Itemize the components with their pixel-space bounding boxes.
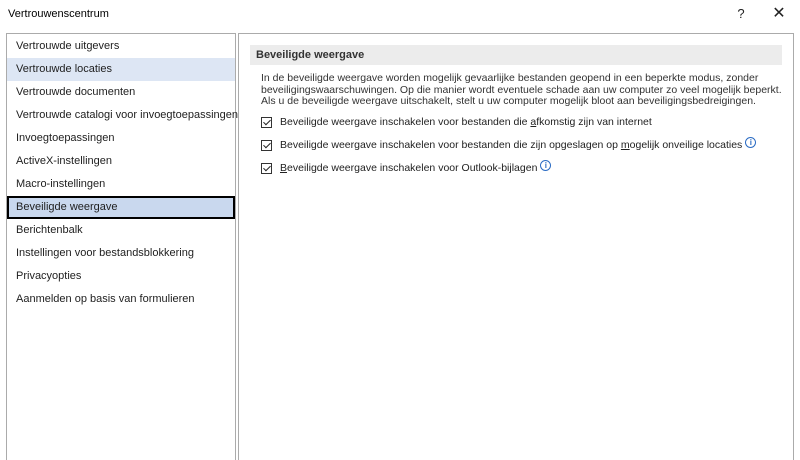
checkbox[interactable] bbox=[261, 139, 272, 151]
option-label-accesskey: m bbox=[620, 139, 630, 151]
info-icon[interactable]: i bbox=[540, 159, 552, 171]
sidebar-item[interactable]: ActiveX-instellingen bbox=[7, 150, 235, 173]
option-checkbox-row[interactable]: Beveiligde weergave inschakelen voor bes… bbox=[261, 114, 652, 130]
sidebar-nav: Vertrouwde uitgevers Vertrouwde locaties V… bbox=[6, 33, 238, 460]
option-label: Beveiligde weergave inschakelen voor bes… bbox=[280, 139, 742, 151]
sidebar-item[interactable]: Privacyopties bbox=[7, 265, 235, 288]
option-checkbox-row[interactable]: Beveiligde weergave inschakelen voor bes… bbox=[261, 136, 757, 153]
sidebar-item[interactable]: Invoegtoepassingen bbox=[7, 127, 235, 150]
section-description: In de beveiligde weergave worden mogelij… bbox=[261, 72, 782, 108]
option-label: Beveiligde weergave inschakelen voor bes… bbox=[280, 116, 652, 128]
sidebar-item[interactable]: Vertrouwde locaties bbox=[7, 58, 235, 81]
info-icon[interactable]: i bbox=[745, 136, 757, 148]
option-label-post: ogelijk onveilige locaties bbox=[629, 139, 743, 151]
title-bar: Vertrouwenscentrum ? ✕ bbox=[0, 0, 800, 28]
checkbox[interactable] bbox=[261, 116, 272, 128]
main-panel: Beveiligde weergave In de beveiligde wee… bbox=[238, 33, 794, 460]
sidebar-item[interactable]: Berichtenbalk bbox=[7, 219, 235, 242]
sidebar-item[interactable]: Aanmelden op basis van formulieren bbox=[7, 288, 235, 311]
option-label-pre: Beveiligde weergave inschakelen voor bes… bbox=[280, 139, 621, 151]
option-label-post: eveiligde weergave inschakelen voor Outl… bbox=[287, 162, 538, 174]
window-title: Vertrouwenscentrum bbox=[8, 8, 109, 20]
description-line: In de beveiligde weergave worden mogelij… bbox=[261, 72, 759, 84]
sidebar-item[interactable]: Macro-instellingen bbox=[7, 173, 235, 196]
section-header: Beveiligde weergave bbox=[250, 45, 782, 65]
option-label-pre: Beveiligde weergave inschakelen voor bes… bbox=[280, 116, 531, 128]
sidebar-item[interactable]: Vertrouwde uitgevers bbox=[7, 35, 235, 58]
option-checkbox-row[interactable]: Beveiligde weergave inschakelen voor Out… bbox=[261, 159, 552, 176]
sidebar-item[interactable]: Beveiligde weergave bbox=[7, 196, 235, 219]
sidebar-list: Vertrouwde uitgevers Vertrouwde locaties V… bbox=[7, 34, 238, 311]
sidebar-item[interactable]: Instellingen voor bestandsblokkering bbox=[7, 242, 235, 265]
sidebar-item[interactable]: Vertrouwde catalogi voor invoegtoepassin… bbox=[7, 104, 238, 127]
checkbox[interactable] bbox=[261, 162, 272, 174]
sidebar-item[interactable]: Vertrouwde documenten bbox=[7, 81, 235, 104]
option-label: Beveiligde weergave inschakelen voor Out… bbox=[280, 162, 537, 174]
help-button[interactable]: ? bbox=[724, 0, 758, 28]
option-label-post: fkomstig zijn van internet bbox=[536, 116, 652, 128]
option-label-accesskey: B bbox=[280, 162, 288, 174]
close-button[interactable]: ✕ bbox=[762, 0, 796, 28]
description-line: Als u de beveiligde weergave uitschakelt… bbox=[261, 95, 756, 107]
